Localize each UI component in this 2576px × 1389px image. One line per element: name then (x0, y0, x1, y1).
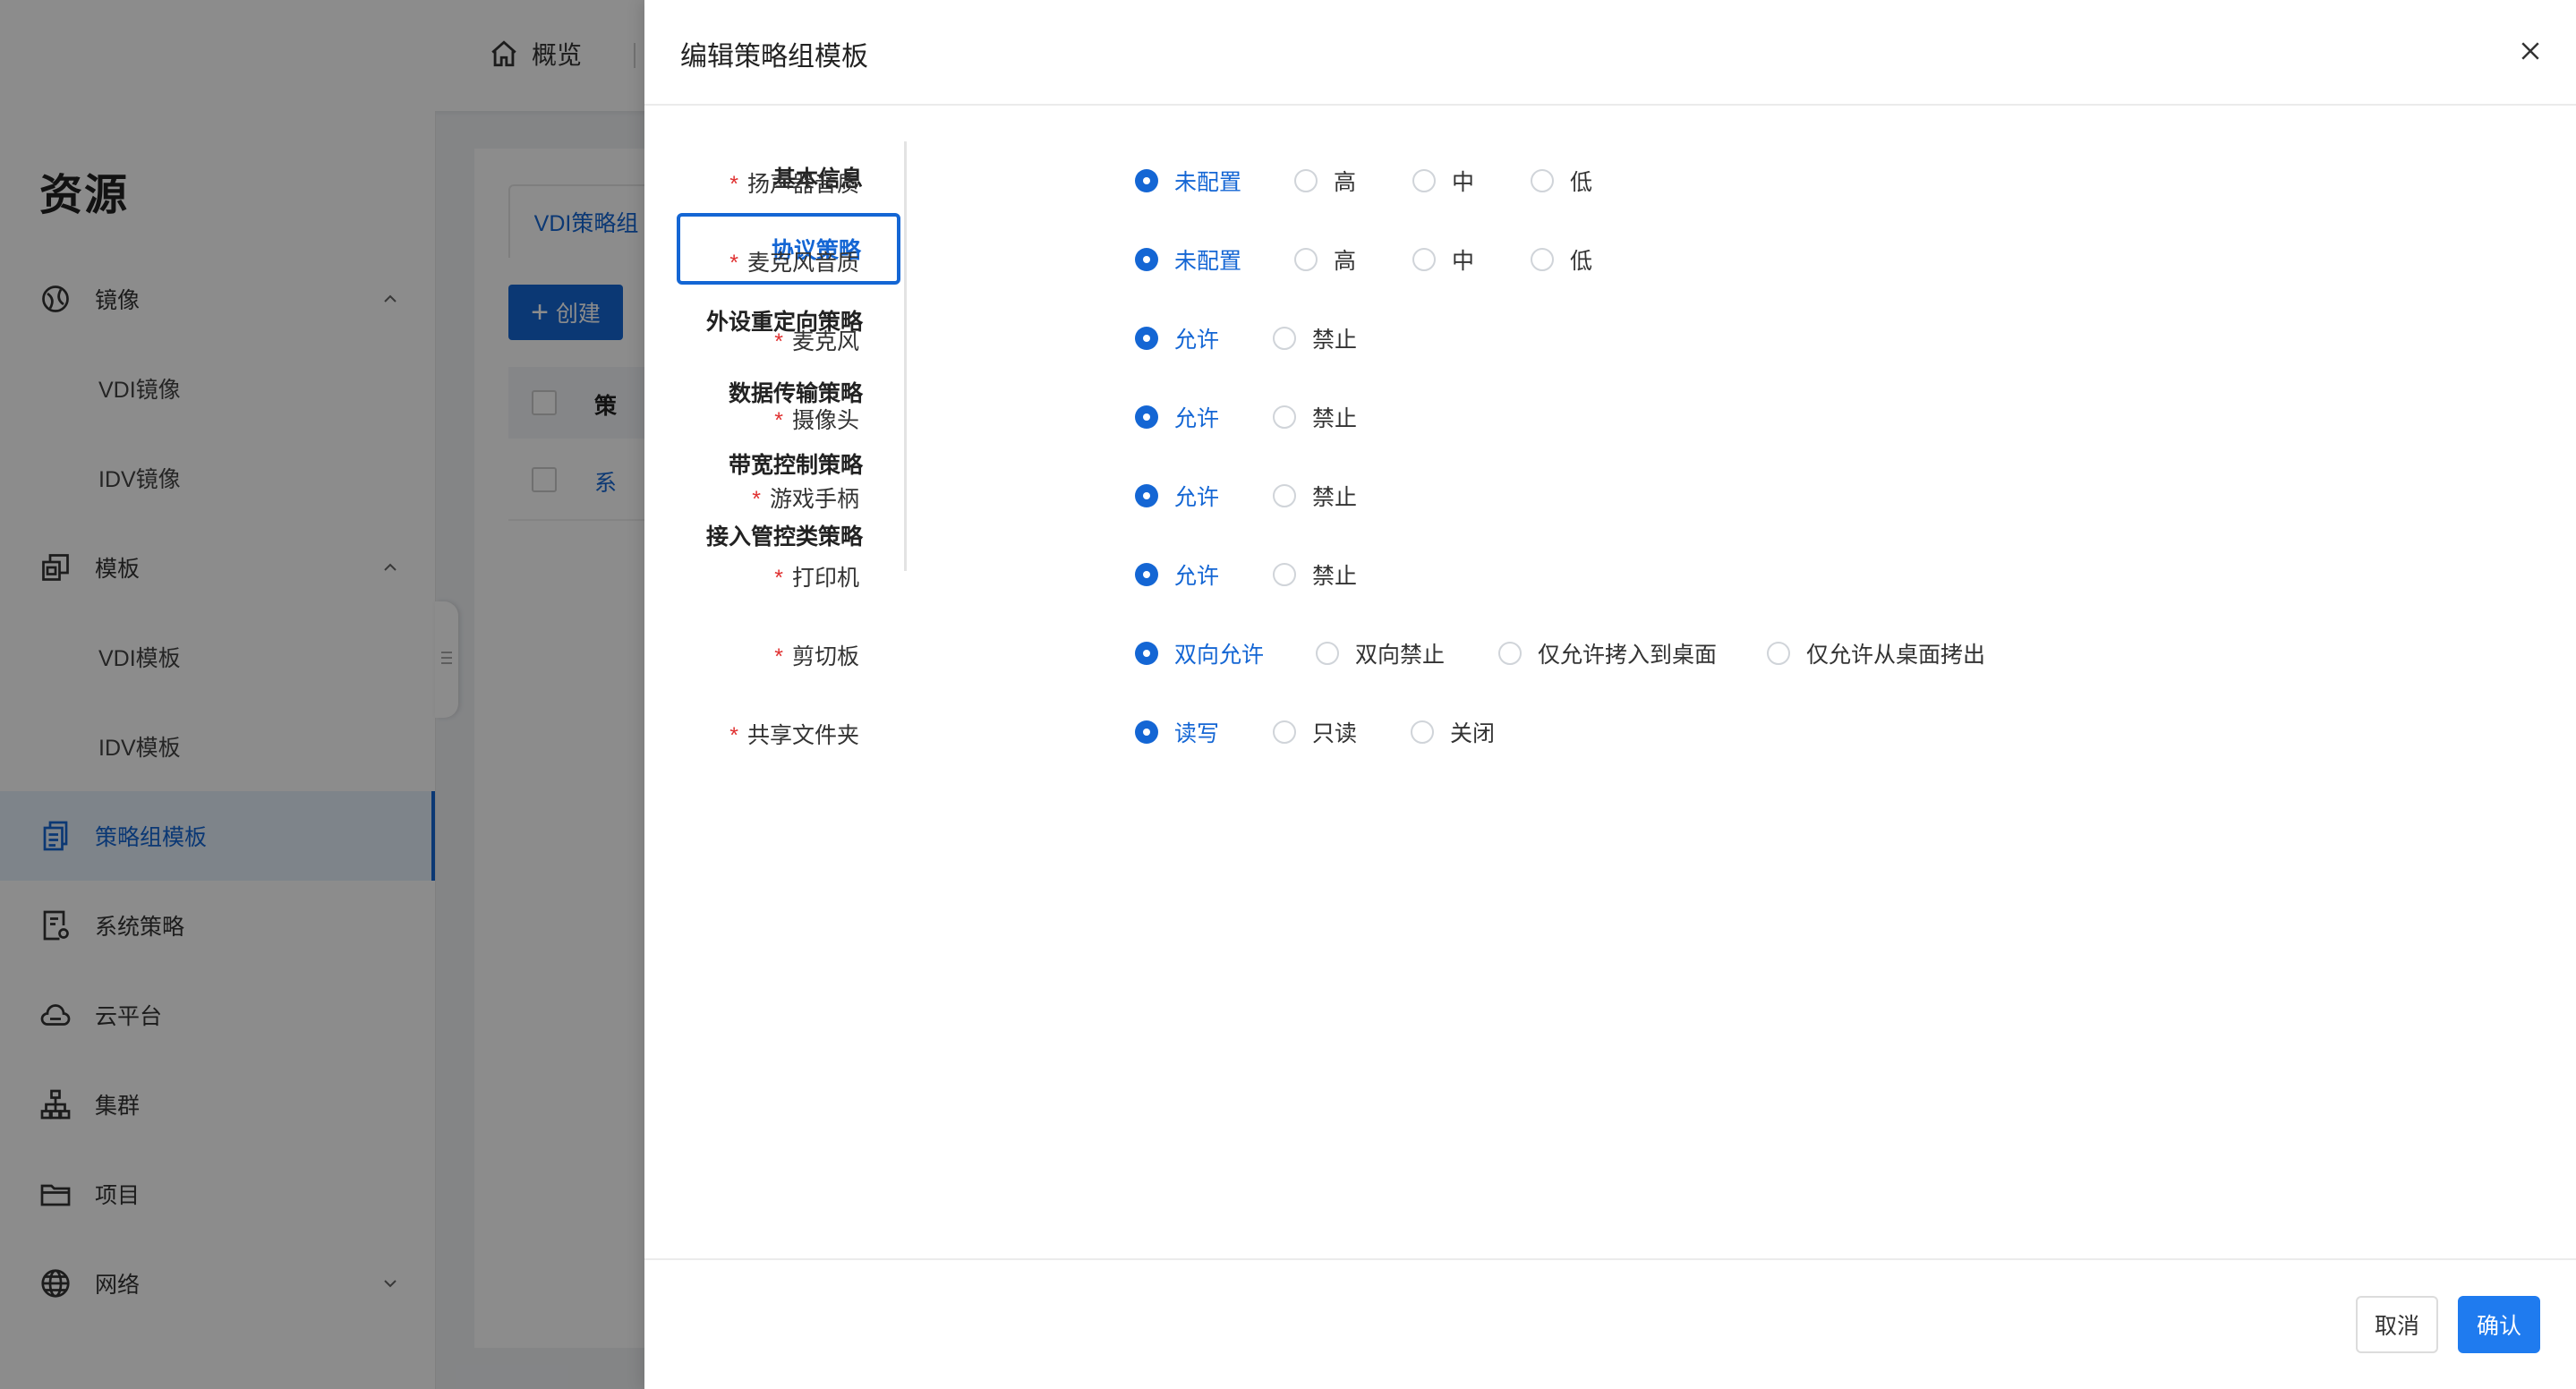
required-mark: * (729, 172, 738, 197)
required-mark: * (774, 566, 783, 591)
radio-option[interactable]: 只读 (1273, 714, 1357, 750)
form-row-shared-folder: * 共享文件夹 读写 只读 关闭 (644, 705, 2576, 759)
radio-dot (1273, 563, 1296, 586)
radio-option[interactable]: 中 (1412, 242, 1474, 277)
radio-option[interactable]: 允许 (1135, 399, 1219, 435)
radio-option[interactable]: 仅允许拷入到桌面 (1498, 635, 1717, 671)
radio-dot (1531, 169, 1554, 192)
radio-dot (1135, 484, 1158, 507)
confirm-button[interactable]: 确认 (2458, 1296, 2540, 1353)
required-mark: * (774, 644, 783, 669)
radio-dot (1135, 405, 1158, 429)
radio-option[interactable]: 未配置 (1135, 163, 1241, 199)
radio-dot (1498, 642, 1522, 665)
radio-option[interactable]: 中 (1412, 163, 1474, 199)
form-row-printer: * 打印机 允许 禁止 (644, 548, 2576, 601)
radio-dot (1135, 642, 1158, 665)
radio-option[interactable]: 双向允许 (1135, 635, 1264, 671)
radio-option[interactable]: 允许 (1135, 557, 1219, 592)
form-row-mic-quality: * 麦克风音质 未配置 高 中 低 (644, 233, 2576, 286)
radio-option[interactable]: 未配置 (1135, 242, 1241, 277)
radio-dot (1135, 563, 1158, 586)
radio-dot (1135, 248, 1158, 271)
radio-dot (1135, 720, 1158, 744)
radio-option[interactable]: 双向禁止 (1316, 635, 1445, 671)
radio-option[interactable]: 允许 (1135, 478, 1219, 514)
close-icon[interactable] (2517, 38, 2544, 64)
required-mark: * (752, 487, 761, 512)
radio-dot (1273, 484, 1296, 507)
radio-option[interactable]: 读写 (1135, 714, 1219, 750)
form-label: * 扬声器音质 (729, 172, 859, 197)
radio-dot (1135, 169, 1158, 192)
radio-dot (1412, 248, 1436, 271)
form-row-camera: * 摄像头 允许 禁止 (644, 390, 2576, 444)
radio-option[interactable]: 禁止 (1273, 399, 1357, 435)
radio-option[interactable]: 禁止 (1273, 320, 1357, 356)
required-mark: * (774, 329, 783, 354)
radio-option[interactable]: 高 (1294, 163, 1356, 199)
form-label: * 摄像头 (774, 408, 859, 433)
edit-policy-template-drawer: 编辑策略组模板 基本信息 协议策略 外设重定向策略 数据传输策略 带宽控制策略 … (644, 0, 2576, 1389)
radio-dot (1294, 248, 1318, 271)
radio-dot (1767, 642, 1790, 665)
radio-option[interactable]: 关闭 (1411, 714, 1495, 750)
radio-dot (1135, 327, 1158, 350)
form-row-microphone: * 麦克风 允许 禁止 (644, 311, 2576, 365)
radio-option[interactable]: 禁止 (1273, 478, 1357, 514)
form-label: * 共享文件夹 (729, 723, 859, 748)
form-label: * 麦克风 (774, 329, 859, 354)
form-label: * 游戏手柄 (752, 487, 859, 512)
radio-dot (1273, 720, 1296, 744)
drawer-title: 编辑策略组模板 (680, 42, 868, 72)
radio-dot (1316, 642, 1339, 665)
radio-option[interactable]: 禁止 (1273, 557, 1357, 592)
required-mark: * (729, 723, 738, 748)
form-row-clipboard: * 剪切板 双向允许 双向禁止 仅允许拷入到桌面 仅允许从桌面拷出 (644, 626, 2576, 680)
radio-option[interactable]: 允许 (1135, 320, 1219, 356)
drawer-footer-divider (644, 1258, 2576, 1260)
radio-option[interactable]: 低 (1531, 163, 1592, 199)
radio-dot (1273, 327, 1296, 350)
radio-option[interactable]: 仅允许从桌面拷出 (1767, 635, 1985, 671)
form-row-gamepad: * 游戏手柄 允许 禁止 (644, 469, 2576, 523)
cancel-button[interactable]: 取消 (2356, 1296, 2438, 1353)
radio-dot (1412, 169, 1436, 192)
radio-dot (1294, 169, 1318, 192)
form-label: * 剪切板 (774, 644, 859, 669)
radio-dot (1273, 405, 1296, 429)
required-mark: * (774, 408, 783, 433)
radio-dot (1411, 720, 1434, 744)
form-row-speaker-quality: * 扬声器音质 未配置 高 中 低 (644, 154, 2576, 208)
form-label: * 打印机 (774, 566, 859, 591)
radio-dot (1531, 248, 1554, 271)
nav-item-label: 接入管控类策略 (705, 524, 863, 550)
required-mark: * (729, 251, 738, 276)
radio-option[interactable]: 低 (1531, 242, 1592, 277)
form-label: * 麦克风音质 (729, 251, 859, 276)
drawer-header-divider (644, 104, 2576, 106)
radio-option[interactable]: 高 (1294, 242, 1356, 277)
